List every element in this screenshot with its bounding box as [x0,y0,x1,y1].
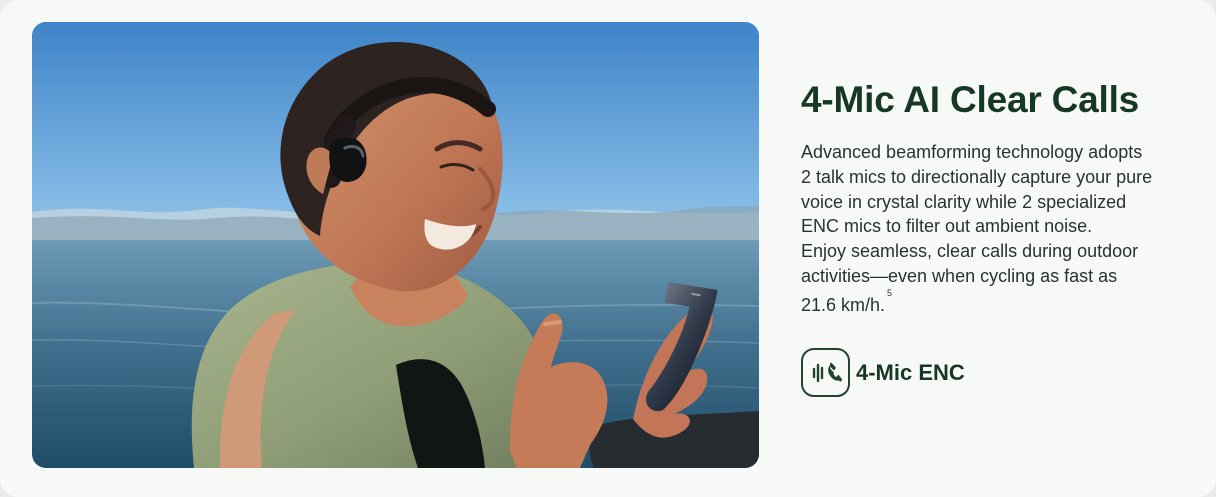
feature-description: 4-Mic AI Clear Calls Advanced beamformin… [801,76,1191,397]
footnote-marker: 5 [887,287,893,298]
description-line: voice in crystal clarity while 2 special… [801,191,1127,212]
feature-highlight: 4-Mic ENC [801,348,965,397]
hero-image [32,22,759,468]
description-line: ENC mics to filter out ambient noise. [801,216,1093,237]
feature-label: 4-Mic ENC [856,359,965,385]
description-line-last: 21.6 km/h.5 [801,287,1176,318]
description-line: Advanced beamforming technology adopts [801,142,1143,162]
seaside-phone-user-illustration [32,22,759,468]
description-line: activities—even when cycling as fast as [801,265,1118,286]
phone-microphone-svg [812,362,842,382]
phone-microphone-icon [801,348,850,397]
description-line: 2 talk mics to directionally capture you… [801,166,1153,187]
speed-text: 21.6 km/h. [801,294,886,315]
section-title: 4-Mic AI Clear Calls [801,79,1140,120]
description-text: Advanced beamforming technology adopts 2… [801,140,1176,318]
product-feature-card: 4-Mic AI Clear Calls Advanced beamformin… [0,0,1216,497]
description-line: Enjoy seamless, clear calls during outdo… [801,241,1139,262]
